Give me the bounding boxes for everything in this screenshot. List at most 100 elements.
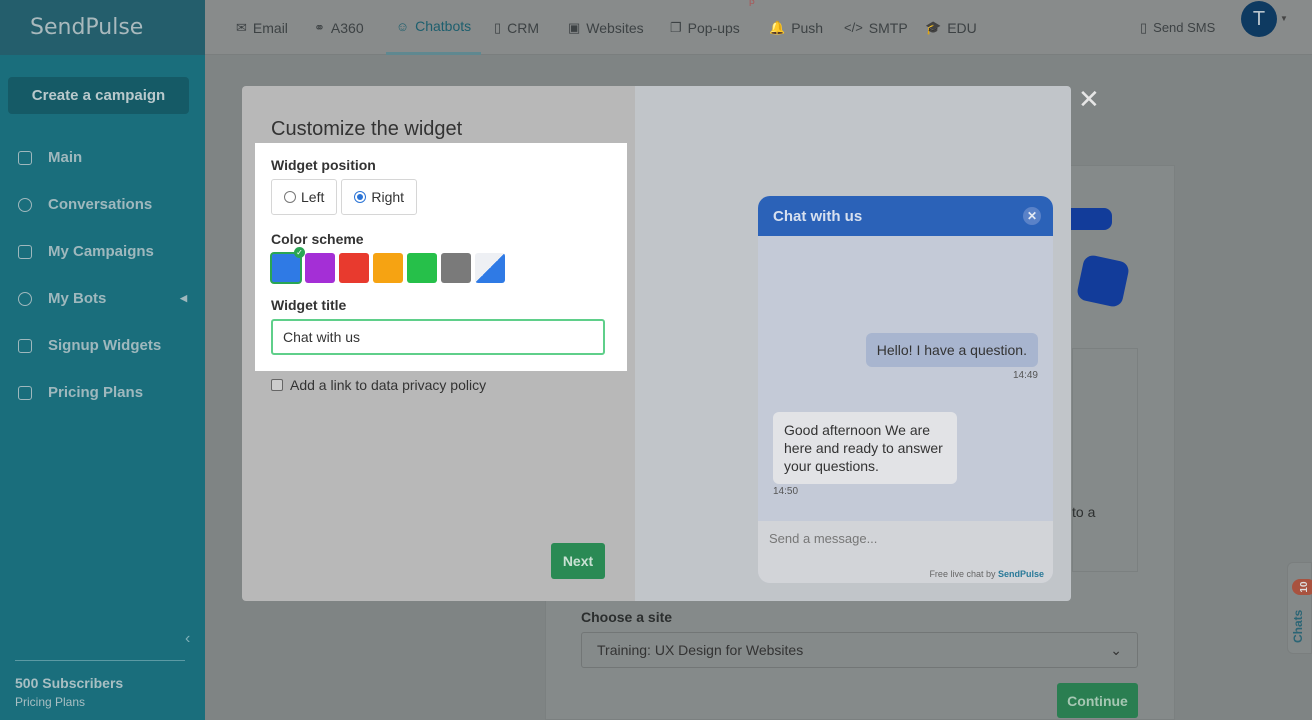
nav-push[interactable]: 🔔 Push [769,0,823,55]
message-placeholder: Send a message... [769,531,878,546]
main-icon [18,150,32,165]
sidebar-item-label: Signup Widgets [48,337,162,354]
widget-position-label: Widget position [271,157,376,173]
sidebar-item-label: My Bots [48,290,107,307]
radio[interactable] [284,191,296,203]
nav-label: Pop-ups [687,19,740,36]
websites-icon: ▣ [568,19,581,35]
code-icon: </> [844,20,863,35]
collapse-sidebar-icon[interactable]: ‹ [185,630,190,648]
widget-title-label: Widget title [271,297,347,313]
nav-label: EDU [947,19,977,36]
nav-websites[interactable]: ▣ Websites [568,0,644,55]
widgets-icon [18,338,32,353]
site-select[interactable]: Training: UX Design for Websites ⌄ [581,632,1138,668]
sidebar-item-my-bots[interactable]: My Bots ◀ [0,275,205,322]
checkbox[interactable] [271,379,283,391]
sidebar: SendPulse Create a campaign Main Convers… [0,0,205,720]
nav-email[interactable]: ✉ Email [236,0,288,55]
color-swatch[interactable] [407,253,437,283]
position-right-radio[interactable]: Right [341,179,418,215]
nav-smtp[interactable]: </> SMTP [844,0,908,55]
sidebar-item-label: Conversations [48,196,153,213]
chats-count-badge: 10 [1292,579,1312,595]
nav-label: Push [791,19,824,36]
nav-label: SMTP [868,19,908,36]
continue-button[interactable]: Continue [1057,683,1138,718]
privacy-policy-checkbox[interactable]: Add a link to data privacy policy [271,377,486,393]
chat-widget-preview: Chat with us ✕ Hello! I have a question. … [758,196,1053,583]
site-select-value: Training: UX Design for Websites [597,642,804,658]
radio-label: Left [301,189,325,205]
radio-label: Right [371,189,405,205]
chats-tab[interactable]: 10 Chats [1287,562,1312,654]
nav-crm[interactable]: ▯ CRM [494,0,539,55]
nav-popups[interactable]: ❐ Pop-ups [670,0,740,55]
position-left-radio[interactable]: Left [271,179,338,215]
popups-icon: ❐ [670,19,682,35]
send-sms-label: Send SMS [1153,20,1216,35]
chevron-down-icon: ⌄ [1110,641,1122,658]
sendpulse-logo[interactable]: SendPulse [0,0,205,55]
sidebar-item-signup-widgets[interactable]: Signup Widgets [0,322,205,369]
widget-title-input[interactable] [271,319,605,355]
beta-badge: β [749,0,755,7]
bell-icon: 🔔 [769,19,786,35]
privacy-label: Add a link to data privacy policy [290,377,487,393]
nav-label: Websites [586,19,644,36]
choose-site-label: Choose a site [581,609,673,625]
nav-edu[interactable]: 🎓 EDU [925,0,977,55]
sidebar-item-label: Pricing Plans [48,384,144,401]
send-sms-link[interactable]: ▯ Send SMS [1140,0,1215,55]
radio[interactable] [354,191,367,203]
email-icon: ✉ [236,19,247,35]
widget-settings-section: Widget position Left Right Color scheme … [255,143,627,371]
create-campaign-button[interactable]: Create a campaign [8,77,189,114]
nav-a360[interactable]: ⚭ A360 [314,0,364,55]
close-icon[interactable]: ✕ [1078,84,1100,115]
chevron-down-icon[interactable]: ▼ [1280,14,1288,23]
pricing-plans-link[interactable]: Pricing Plans [15,695,185,709]
chevron-left-icon: ◀ [180,293,187,303]
sidebar-item-my-campaigns[interactable]: My Campaigns [0,228,205,275]
user-message: Hello! I have a question. [865,333,1038,367]
sidebar-item-main[interactable]: Main [0,134,205,181]
bots-icon [18,291,32,306]
nav-label: Email [252,19,288,36]
chat-bubble-illustration-icon [1075,253,1131,309]
bot-message: Good afternoon We are here and ready to … [773,412,957,484]
pricing-icon [18,385,32,400]
color-scheme-label: Color scheme [271,231,364,247]
modal-title: Customize the widget [271,118,463,140]
sidebar-item-label: My Campaigns [48,243,154,260]
chat-footer: Free live chat by SendPulse [929,569,1044,579]
color-swatch[interactable] [475,253,505,283]
close-icon[interactable]: ✕ [1023,207,1041,225]
graduation-cap-icon: 🎓 [925,19,942,35]
message-time: 14:50 [773,486,799,497]
chatbots-icon: ☺ [395,18,410,34]
color-swatch[interactable] [441,253,471,283]
footer-text: Free live chat by [929,569,996,579]
color-swatch[interactable] [305,253,335,283]
sidebar-item-label: Main [48,149,83,166]
message-time: 14:49 [1012,370,1038,381]
avatar[interactable]: T [1241,1,1277,37]
a360-icon: ⚭ [314,19,325,35]
nav-label: Chatbots [415,18,472,34]
footer-brand-link[interactable]: SendPulse [998,569,1044,579]
color-swatch[interactable] [270,247,305,284]
campaigns-icon [18,244,32,259]
sidebar-item-pricing-plans[interactable]: Pricing Plans [0,369,205,416]
nav-chatbots[interactable]: ☺ Chatbots [386,0,481,55]
conversations-icon [18,197,32,212]
chat-header-title: Chat with us [773,207,863,225]
nav-label: CRM [507,19,540,36]
color-swatch[interactable] [373,253,403,283]
subscribers-count: 500 Subscribers [15,675,124,691]
next-button[interactable]: Next [551,543,605,579]
sidebar-item-conversations[interactable]: Conversations [0,181,205,228]
color-swatch[interactable] [339,253,369,283]
phone-icon: ▯ [1140,19,1148,35]
background-panel [1072,348,1138,572]
